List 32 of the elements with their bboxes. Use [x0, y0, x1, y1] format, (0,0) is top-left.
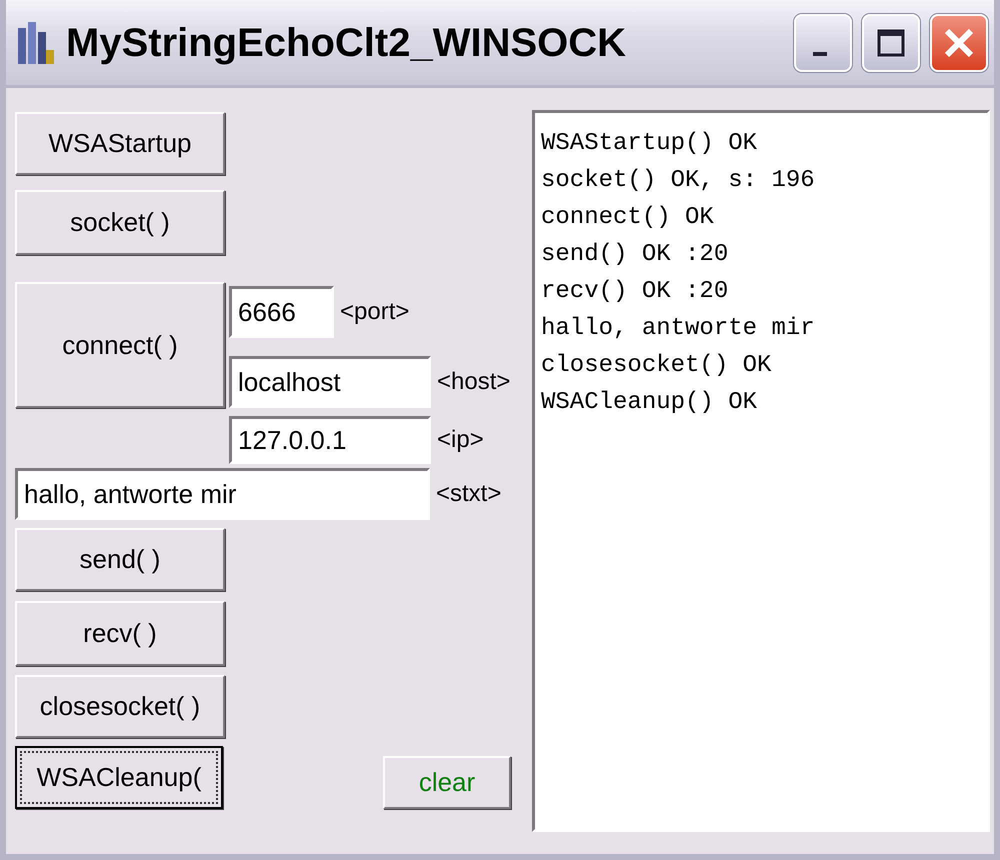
window-title: MyStringEchoClt2_WINSOCK — [66, 20, 628, 66]
maximize-icon — [876, 28, 906, 58]
log-line: recv() OK :20 — [541, 277, 730, 307]
text-field[interactable]: 6666 — [229, 286, 334, 338]
text-field[interactable]: localhost — [229, 356, 431, 408]
action-button[interactable]: WSACleanup( — [15, 746, 223, 809]
action-button[interactable]: recv( ) — [15, 601, 225, 666]
text-field[interactable]: hallo, antworte mir — [15, 468, 430, 520]
close-icon — [943, 26, 975, 58]
action-button[interactable]: connect( ) — [15, 282, 225, 408]
close-button[interactable] — [930, 14, 988, 72]
log-line: WSAStartup() OK — [541, 129, 758, 159]
action-button[interactable]: WSAStartup — [15, 112, 225, 175]
log-line: closesocket() OK — [541, 351, 772, 381]
app-icon — [16, 20, 56, 66]
field-label: <host> — [437, 367, 510, 397]
log-line: hallo, antworte mir — [541, 314, 816, 344]
field-label: <stxt> — [436, 479, 502, 509]
log-line: connect() OK — [541, 203, 715, 233]
log-line: socket() OK, s: 196 — [541, 166, 816, 196]
action-button[interactable]: socket( ) — [15, 190, 225, 255]
action-button[interactable]: closesocket( ) — [15, 675, 225, 738]
field-label: <port> — [340, 297, 410, 327]
log-line: send() OK :20 — [541, 240, 730, 270]
minimize-icon — [813, 52, 827, 56]
log-line: WSACleanup() OK — [541, 388, 758, 418]
clear-button[interactable]: clear — [383, 756, 511, 809]
action-button[interactable]: send( ) — [15, 528, 225, 591]
maximize-button[interactable] — [862, 14, 920, 72]
field-label: <ip> — [437, 425, 484, 455]
text-field[interactable]: 127.0.0.1 — [229, 416, 431, 464]
minimize-button[interactable] — [794, 14, 852, 72]
